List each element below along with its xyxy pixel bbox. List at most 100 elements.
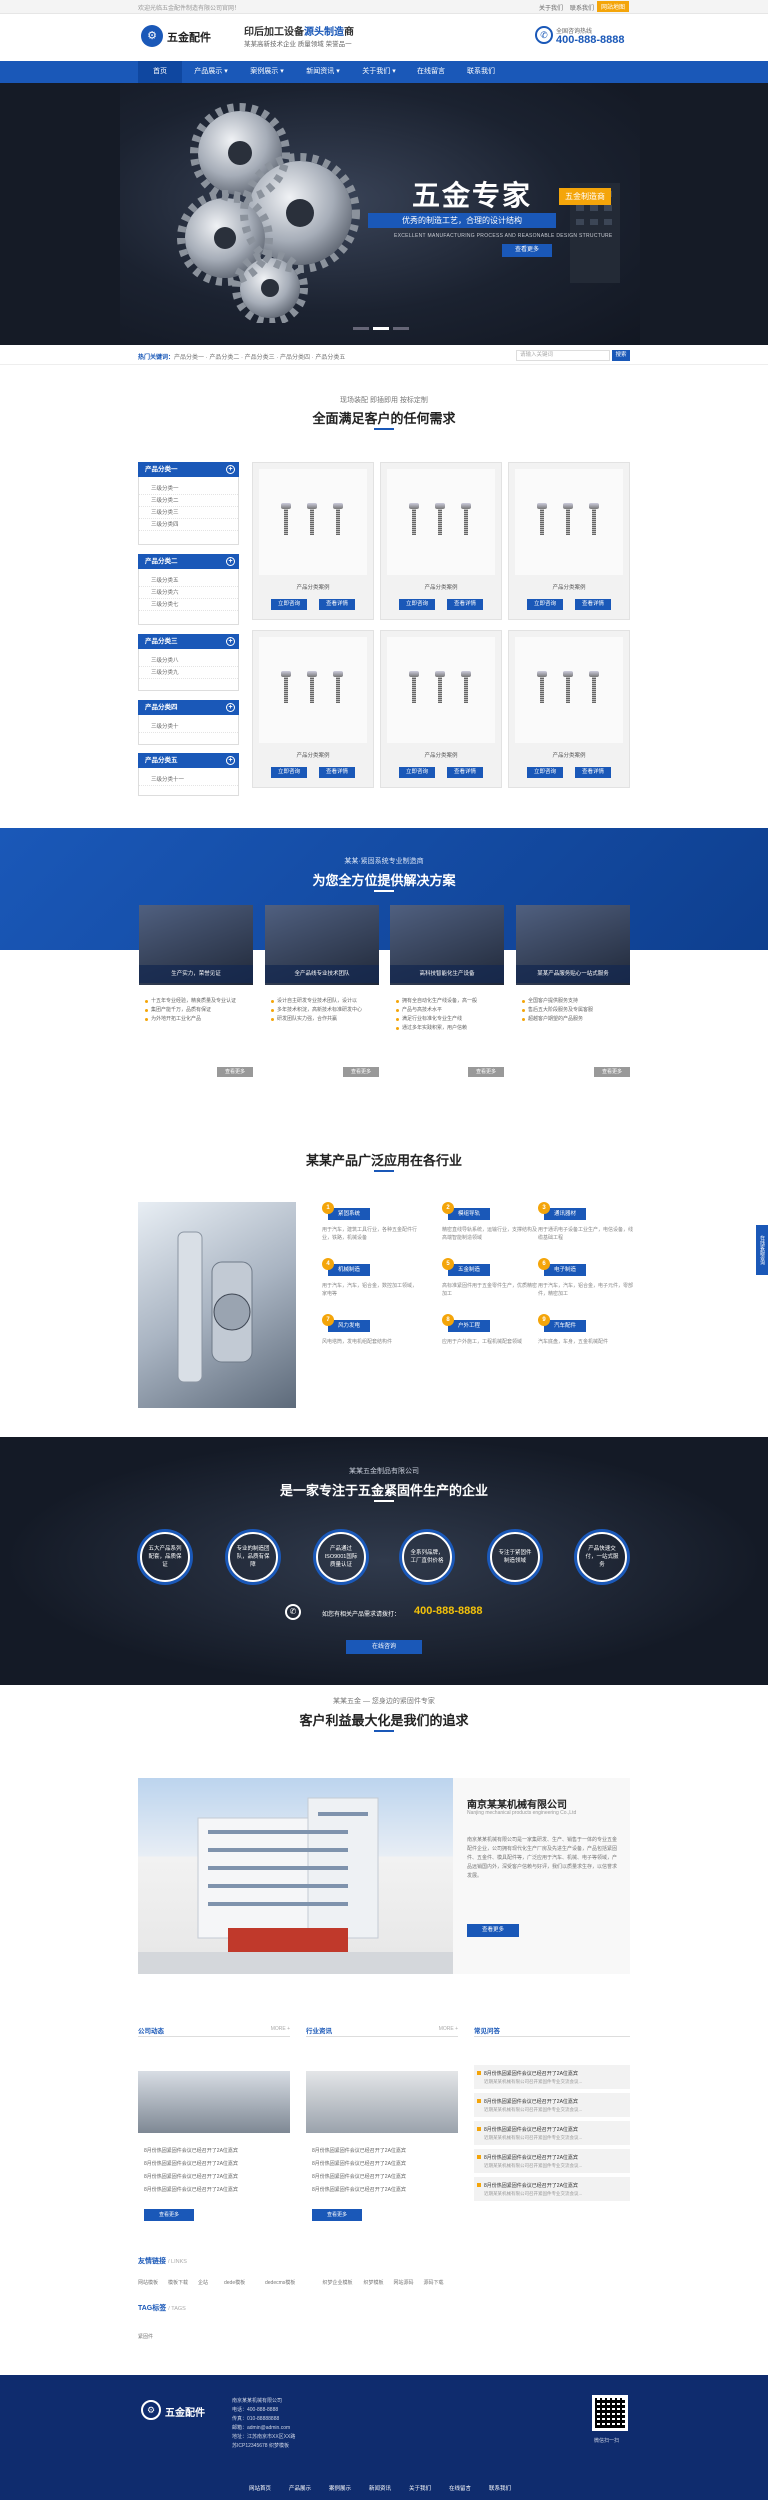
news-item[interactable]: 8月份热固紧固件会议已经召开了2A位嘉宾	[144, 2160, 238, 2167]
consult-button[interactable]: 立即咨询	[399, 599, 435, 610]
news-item[interactable]: 8月份热固紧固件会议已经召开了2A位嘉宾	[312, 2160, 406, 2167]
news-item[interactable]: 8月份热固紧固件会议已经召开了2A位嘉宾	[144, 2147, 238, 2154]
product-card[interactable]: 产品分类案例 立即咨询 查看详情	[380, 630, 502, 788]
application-item[interactable]: 机械制造 4 用于汽车，汽车，铝合金，数控加工领域，家电等	[322, 1258, 422, 1310]
footer-nav-item[interactable]: 网站首页	[249, 2484, 271, 2492]
footer-nav-item[interactable]: 联系我们	[489, 2484, 511, 2492]
application-item[interactable]: 汽车配件 9 汽车底盘，车身，五金机械配件	[538, 1314, 638, 1366]
detail-button[interactable]: 查看详情	[319, 599, 355, 610]
news-item[interactable]: 8月份热固紧固件会议已经召开了2A位嘉宾	[312, 2147, 406, 2154]
slider-dot[interactable]	[353, 327, 369, 330]
detail-button[interactable]: 查看详情	[575, 599, 611, 610]
sidebar-item[interactable]: 三级分类四	[139, 519, 238, 531]
sidebar-item[interactable]: 三级分类五	[139, 575, 238, 587]
hot-keywords[interactable]: 产品分类一 · 产品分类二 · 产品分类三 · 产品分类四 · 产品分类五	[174, 352, 345, 361]
product-image[interactable]	[259, 469, 367, 575]
friend-link[interactable]: 织梦企业模板	[323, 2279, 353, 2286]
tag-item[interactable]: 紧固件	[138, 2333, 153, 2340]
slider-dot[interactable]	[393, 327, 409, 330]
application-item[interactable]: 模组导轨 2 精密直线导轨系统，运输行业，支撑结构及高端智能制造领域	[442, 1202, 542, 1254]
product-card[interactable]: 产品分类案例 立即咨询 查看详情	[508, 630, 630, 788]
nav-contact[interactable]: 联系我们	[458, 61, 504, 83]
consult-button[interactable]: 立即咨询	[271, 599, 307, 610]
news-image[interactable]	[306, 2071, 458, 2133]
nav-news[interactable]: 新闻资讯 ▾	[296, 61, 350, 83]
sidebar-item[interactable]: 三级分类九	[139, 667, 238, 679]
sidebar-item[interactable]: 三级分类八	[139, 655, 238, 667]
sidebar-item[interactable]: 三级分类七	[139, 599, 238, 611]
friend-link[interactable]: 网站源码	[394, 2279, 414, 2286]
product-card[interactable]: 产品分类案例 立即咨询 查看详情	[508, 462, 630, 620]
news-more-button[interactable]: 查看更多	[144, 2209, 194, 2221]
sidebar-cat-5[interactable]: 产品分类五 +	[138, 753, 239, 768]
consult-button[interactable]: 立即咨询	[527, 767, 563, 778]
nav-cases[interactable]: 案例展示 ▾	[240, 61, 294, 83]
link-sitemap[interactable]: 网站地图	[597, 1, 630, 12]
sidebar-cat-3[interactable]: 产品分类三 +	[138, 634, 239, 649]
footer-nav-item[interactable]: 产品展示	[289, 2484, 311, 2492]
link-about[interactable]: 关于我们	[539, 3, 563, 12]
more-link[interactable]: MORE +	[439, 2026, 458, 2032]
application-item[interactable]: 五金制造 5 高标准紧固件用于五金零件生产，优质精密加工	[442, 1258, 542, 1310]
consult-button[interactable]: 立即咨询	[271, 767, 307, 778]
detail-button[interactable]: 查看详情	[575, 767, 611, 778]
product-card[interactable]: 产品分类案例 立即咨询 查看详情	[252, 462, 374, 620]
about-more-button[interactable]: 查看更多	[467, 1924, 519, 1937]
solution-more-button[interactable]: 查看更多	[343, 1067, 379, 1077]
faq-item[interactable]: 8月份热固紧固件会议已经召开了2A位嘉宾 近期某某机械有限公司召开紧固件专业交流会…	[474, 2093, 630, 2117]
footer-logo[interactable]: ⚙ 五金配件	[141, 2400, 221, 2422]
product-image[interactable]	[387, 469, 495, 575]
friend-link[interactable]: 织梦模板	[364, 2279, 384, 2286]
nav-products[interactable]: 产品展示 ▾	[184, 61, 238, 83]
solution-more-button[interactable]: 查看更多	[217, 1067, 253, 1077]
faq-item[interactable]: 8月份热固紧固件会议已经召开了2A位嘉宾 近期某某机械有限公司召开紧固件专业交流会…	[474, 2149, 630, 2173]
nav-about[interactable]: 关于我们 ▾	[352, 61, 406, 83]
news-item[interactable]: 8月份热固紧固件会议已经召开了2A位嘉宾	[144, 2186, 238, 2193]
friend-link[interactable]: dedecms模板	[265, 2279, 295, 2286]
banner-more-button[interactable]: 查看更多	[502, 244, 552, 257]
footer-nav-item[interactable]: 案例展示	[329, 2484, 351, 2492]
faq-item[interactable]: 8月份热固紧固件会议已经召开了2A位嘉宾 近期某某机械有限公司召开紧固件专业交流会…	[474, 2121, 630, 2145]
detail-button[interactable]: 查看详情	[447, 767, 483, 778]
footer-nav-item[interactable]: 关于我们	[409, 2484, 431, 2492]
product-image[interactable]	[387, 637, 495, 743]
more-link[interactable]: MORE +	[271, 2026, 290, 2032]
sidebar-cat-2[interactable]: 产品分类二 +	[138, 554, 239, 569]
link-contact[interactable]: 联系我们	[570, 3, 594, 12]
sidebar-cat-1[interactable]: 产品分类一 +	[138, 462, 239, 477]
news-more-button[interactable]: 查看更多	[312, 2209, 362, 2221]
detail-button[interactable]: 查看详情	[447, 599, 483, 610]
nav-home[interactable]: 首页	[138, 61, 182, 83]
sidebar-item[interactable]: 三级分类十	[139, 721, 238, 733]
consult-button[interactable]: 立即咨询	[399, 767, 435, 778]
product-card[interactable]: 产品分类案例 立即咨询 查看详情	[252, 630, 374, 788]
sidebar-item[interactable]: 三级分类十一	[139, 774, 238, 786]
news-item[interactable]: 8月份热固紧固件会议已经召开了2A位嘉宾	[312, 2173, 406, 2180]
application-item[interactable]: 风力发电 7 风电塔筒，发电机组配套结构件	[322, 1314, 422, 1366]
product-card[interactable]: 产品分类案例 立即咨询 查看详情	[380, 462, 502, 620]
application-item[interactable]: 户外工程 8 应用于户外施工，工程机械配套领域	[442, 1314, 542, 1366]
sidebar-item[interactable]: 三级分类六	[139, 587, 238, 599]
friend-link[interactable]: dede模板	[224, 2279, 245, 2286]
consult-button[interactable]: 在线咨询	[346, 1640, 422, 1654]
sidebar-item[interactable]: 三级分类二	[139, 495, 238, 507]
friend-link[interactable]: 模板下载	[168, 2279, 188, 2286]
sidebar-item[interactable]: 三级分类一	[139, 483, 238, 495]
product-image[interactable]	[515, 469, 623, 575]
nav-message[interactable]: 在线留言	[408, 61, 454, 83]
sidebar-cat-4[interactable]: 产品分类四 +	[138, 700, 239, 715]
search-button[interactable]: 搜索	[612, 350, 630, 361]
product-image[interactable]	[515, 637, 623, 743]
friend-link[interactable]: 企站	[198, 2279, 208, 2286]
footer-nav-item[interactable]: 在线留言	[449, 2484, 471, 2492]
news-item[interactable]: 8月份热固紧固件会议已经召开了2A位嘉宾	[144, 2173, 238, 2180]
detail-button[interactable]: 查看详情	[319, 767, 355, 778]
consult-button[interactable]: 立即咨询	[527, 599, 563, 610]
solution-more-button[interactable]: 查看更多	[594, 1067, 630, 1077]
faq-item[interactable]: 8月份热固紧固件会议已经召开了2A位嘉宾 近期某某机械有限公司召开紧固件专业交流会…	[474, 2177, 630, 2201]
application-item[interactable]: 紧固系统 1 用于汽车，建筑工具行业，各种五金配件行业，铁路，机械设备	[322, 1202, 422, 1254]
application-item[interactable]: 通讯器材 3 用于通讯电子设备工业生产，电信设备，线缆基础工程	[538, 1202, 638, 1254]
floating-service-tab[interactable]: 在线客服咨询	[756, 1225, 768, 1275]
product-image[interactable]	[259, 637, 367, 743]
footer-nav-item[interactable]: 新闻资讯	[369, 2484, 391, 2492]
